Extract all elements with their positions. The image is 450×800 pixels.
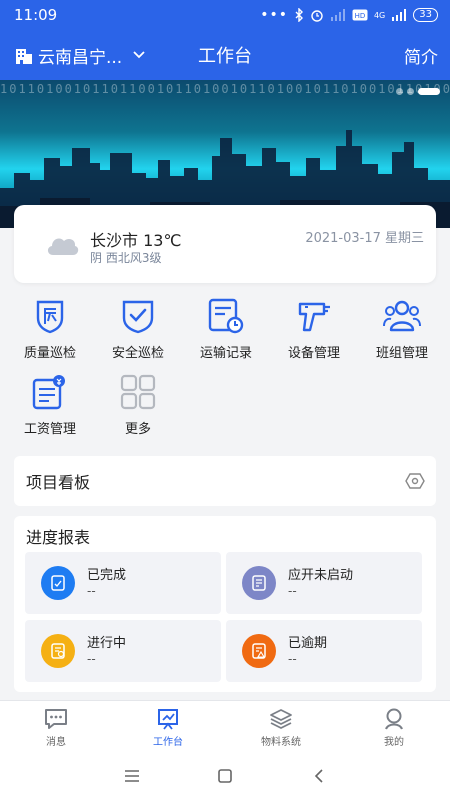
cloud-icon [47,238,79,255]
kanban-title: 项目看板 [26,473,91,492]
tab-workbench[interactable]: 工作台 [112,707,224,748]
workbench-icon [158,709,178,730]
not-started-badge-icon [242,566,276,600]
quick-action-label: 更多 [124,422,151,437]
tile-label: 进行中 [87,636,127,651]
more-dots-icon: ••• [260,7,288,23]
tab-label: 消息 [46,737,66,748]
alarm-icon [311,10,323,22]
status-icons: ••• HD 4G 33 [260,7,438,23]
weather-card: 长沙市 13℃ 阴 西北风3级 2021-03-17 星期三 [14,205,436,283]
equipment-icon [298,302,330,332]
project-kanban-card[interactable]: 项目看板 [14,456,436,506]
header: 11:09 ••• HD 4G 33 云南昌宁... 工作台 简介 [0,0,450,80]
person-icon [385,708,403,730]
svg-text:HD: HD [355,12,366,20]
quick-actions-grid: 质量巡检 安全巡检 运输记录 设备管理 班组管理 工资管理 更多 [0,296,450,442]
quick-action-label: 运输记录 [199,346,252,361]
quick-action-label: 质量巡检 [23,346,76,361]
bluetooth-icon [295,8,303,22]
progress-tile-overdue[interactable]: 已逾期 -- [226,620,422,682]
project-name: 云南昌宁... [38,47,123,68]
tile-value: -- [87,652,96,666]
safety-inspection-icon [122,300,154,334]
chevron-down-icon [133,51,145,59]
intro-link[interactable]: 简介 [404,43,438,68]
tab-mine[interactable]: 我的 [338,707,450,748]
quick-action-team[interactable]: 班组管理 [357,296,447,361]
tile-label: 已逾期 [288,636,328,651]
tile-label: 应开未启动 [288,568,354,583]
completed-badge-icon [41,566,75,600]
system-nav-bar [0,752,450,800]
tab-label: 工作台 [153,737,183,748]
transport-record-icon [208,298,244,334]
progress-tile-not-started[interactable]: 应开未启动 -- [226,552,422,614]
pager-dot[interactable] [396,88,403,95]
tile-value: -- [288,584,297,598]
team-icon [383,300,421,332]
tile-value: -- [288,652,297,666]
bottom-tab-bar: 消息 工作台 物料系统 我的 [0,700,450,752]
progress-report-title: 进度报表 [26,528,91,547]
menu-icon[interactable] [120,766,144,786]
tab-material-system[interactable]: 物料系统 [225,707,337,748]
quick-action-label: 工资管理 [23,422,76,437]
salary-icon [32,375,65,410]
tile-label: 已完成 [87,568,127,583]
quick-action-quality-inspection[interactable]: 质量巡检 [5,296,95,361]
banner-pager [396,88,440,95]
progress-report-card: 进度报表 已完成 -- 应开未启动 -- 进行中 -- 已逾期 -- [14,516,436,692]
quick-action-equipment[interactable]: 设备管理 [269,296,359,361]
quick-action-salary[interactable]: 工资管理 [5,372,95,437]
status-time: 11:09 [14,6,58,24]
progress-tile-in-progress[interactable]: 进行中 -- [25,620,221,682]
network-type: 4G [373,10,386,20]
pager-dot-active[interactable] [418,88,440,95]
banner-binary-text: 1011010010110110010110100101101001011010… [0,82,450,96]
hd-icon: HD [352,9,368,21]
quick-action-label: 安全巡检 [111,346,164,361]
signal-icon [392,9,407,21]
message-icon [45,709,67,729]
layers-icon [270,709,292,729]
status-bar: 11:09 ••• HD 4G 33 [0,0,450,30]
progress-tile-completed[interactable]: 已完成 -- [25,552,221,614]
weather-date: 2021-03-17 星期三 [305,231,424,246]
tile-value: -- [87,584,96,598]
building-icon [16,49,32,64]
back-icon[interactable] [308,766,332,786]
quick-action-label: 设备管理 [287,346,340,361]
battery-indicator: 33 [413,8,438,22]
quick-action-label: 班组管理 [375,346,428,361]
page-title: 工作台 [198,46,252,67]
more-grid-icon [120,374,156,410]
signal-weak-icon [330,9,345,21]
home-icon[interactable] [213,766,237,786]
pager-dot[interactable] [407,88,414,95]
tab-label: 我的 [384,737,404,748]
tab-label: 物料系统 [261,737,301,748]
quick-action-transport-record[interactable]: 运输记录 [181,296,271,361]
hexagon-icon[interactable] [404,472,426,490]
weather-condition: 阴 西北风3级 [90,251,162,265]
in-progress-badge-icon [41,634,75,668]
tab-messages[interactable]: 消息 [0,707,112,748]
app-bar: 云南昌宁... 工作台 简介 [0,30,450,80]
quick-action-more[interactable]: 更多 [93,372,183,437]
weather-city-temp: 长沙市 13℃ [90,231,182,250]
overdue-badge-icon [242,634,276,668]
project-selector[interactable]: 云南昌宁... [14,43,154,68]
quality-inspection-icon [36,300,64,334]
quick-action-safety-inspection[interactable]: 安全巡检 [93,296,183,361]
